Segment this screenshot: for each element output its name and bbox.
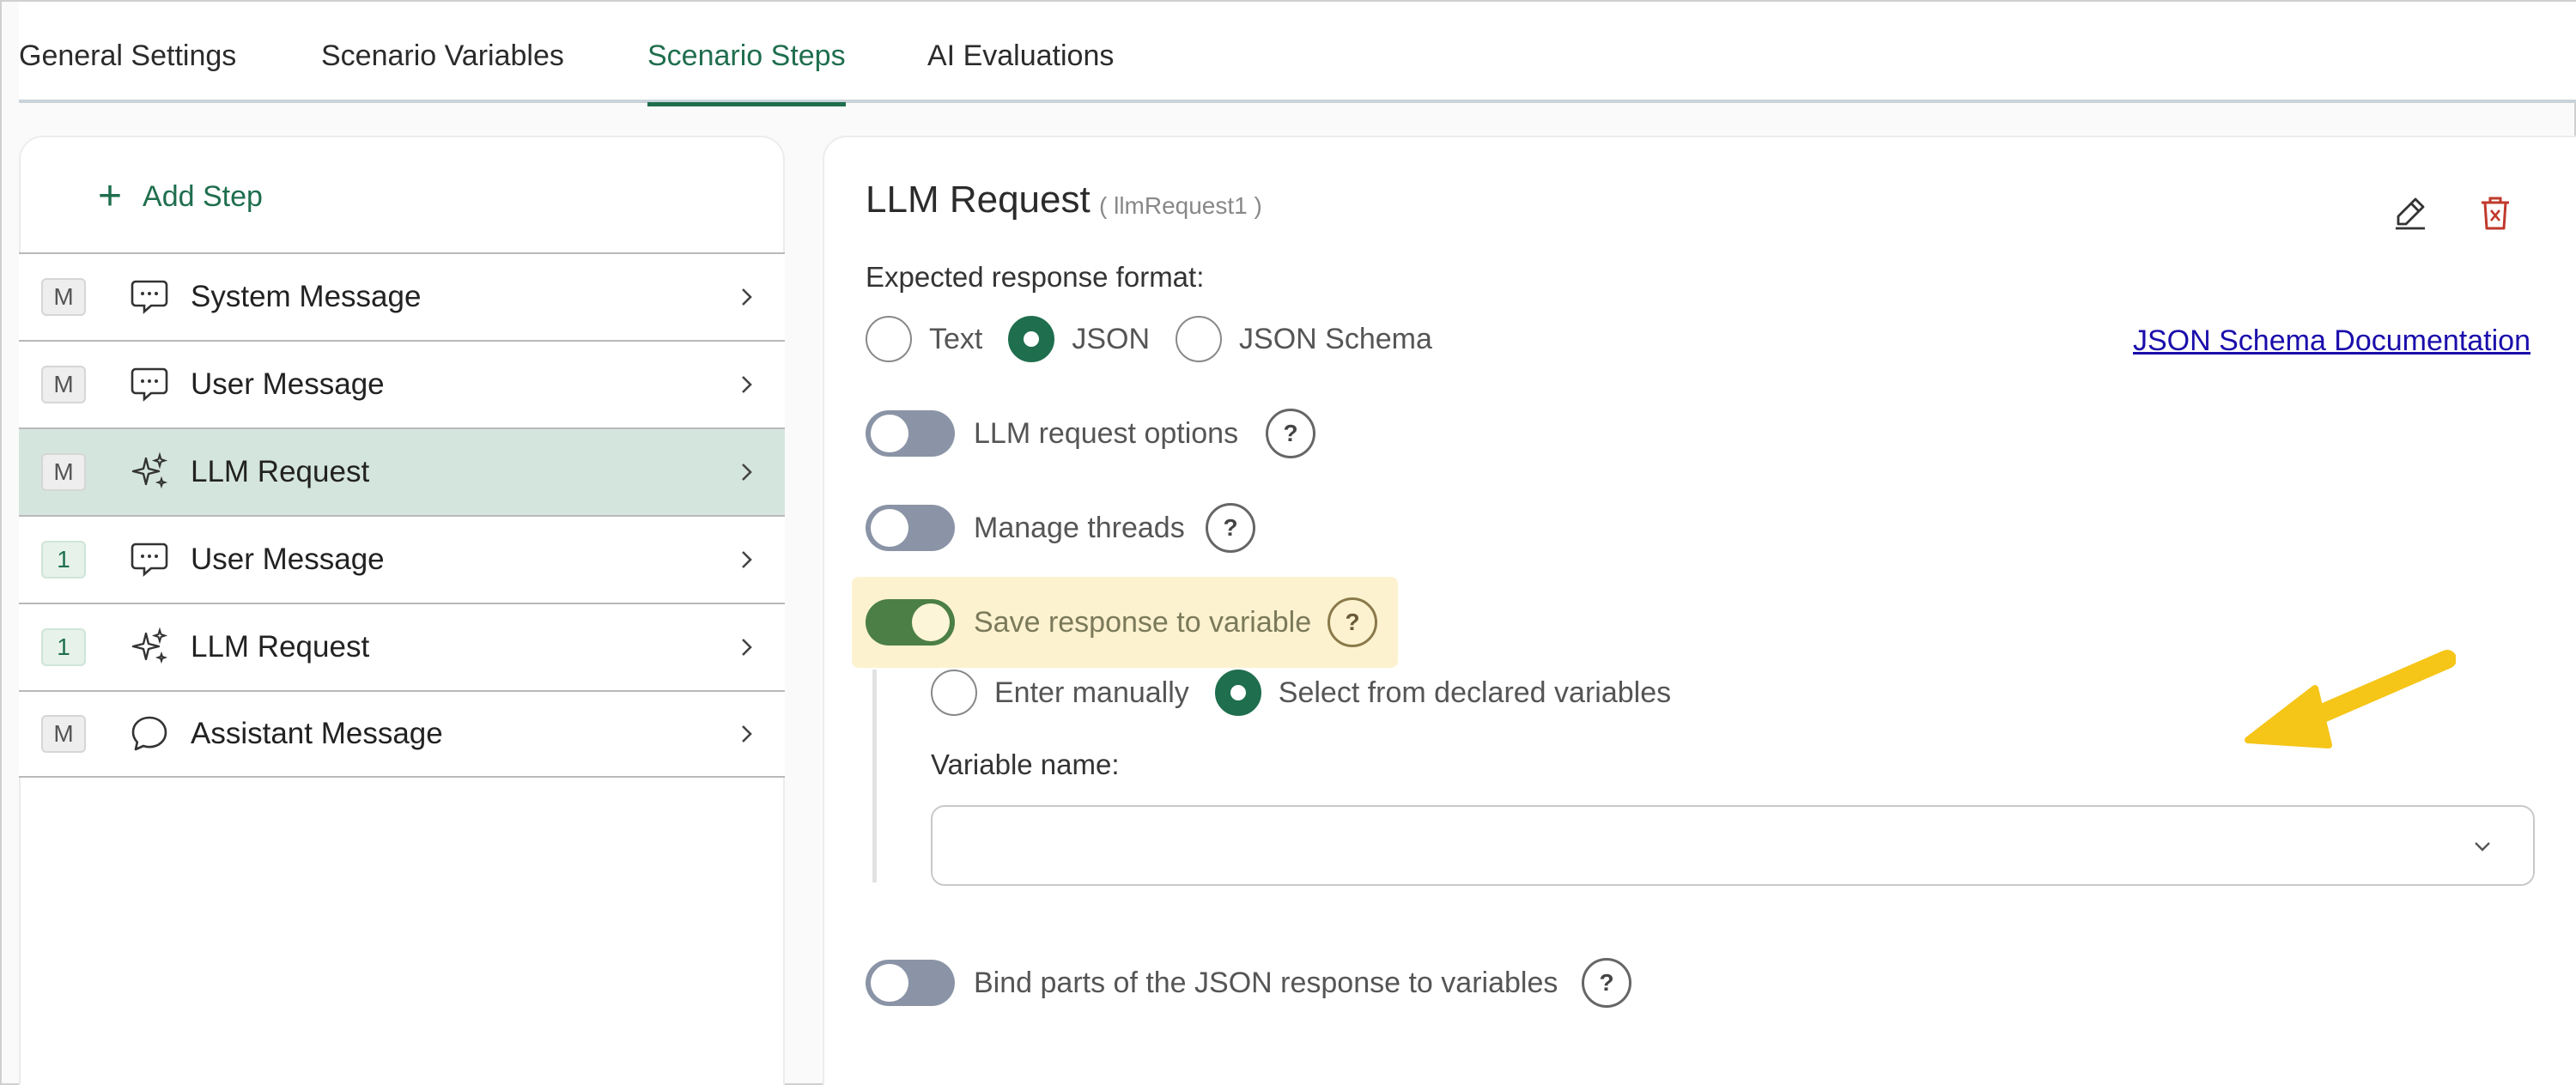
add-step-label: Add Step	[143, 179, 263, 213]
chevron-right-icon	[742, 376, 752, 393]
save-response-label: Save response to variable	[974, 606, 1312, 639]
step-item-system-message[interactable]: M System Message	[19, 252, 785, 340]
tab-bar: General Settings Scenario Variables Scen…	[19, 2, 2576, 106]
expected-format-label: Expected response format:	[866, 261, 1205, 293]
llm-options-label: LLM request options	[974, 417, 1239, 450]
enter-manually-radio[interactable]	[931, 670, 977, 716]
select-declared-label: Select from declared variables	[1278, 676, 1672, 709]
chat-bubble-icon	[131, 280, 168, 314]
sparkles-icon	[131, 452, 168, 489]
chevron-down-icon	[2475, 842, 2490, 852]
help-icon[interactable]: ?	[1266, 409, 1315, 458]
step-label: User Message	[191, 367, 385, 401]
step-badge: 1	[41, 541, 86, 579]
tab-scenario-steps[interactable]: Scenario Steps	[647, 39, 846, 106]
step-label: User Message	[191, 542, 385, 576]
bind-parts-label: Bind parts of the JSON response to varia…	[974, 967, 1558, 999]
chat-bubble-icon	[131, 542, 168, 577]
variable-name-select[interactable]	[931, 805, 2535, 886]
manage-threads-label: Manage threads	[974, 512, 1185, 544]
step-badge: M	[41, 278, 86, 316]
step-item-user-message-2[interactable]: 1 User Message	[19, 515, 785, 603]
step-badge: M	[41, 453, 86, 491]
step-id: ( llmRequest1 )	[1099, 192, 1262, 219]
chevron-right-icon	[742, 639, 752, 656]
speech-bubble-icon	[131, 716, 167, 751]
format-text-label: Text	[929, 322, 983, 355]
steps-panel: + Add Step M System Message M User Messa	[19, 136, 785, 1085]
indent-line	[872, 670, 877, 882]
app-frame: General Settings Scenario Variables Scen…	[0, 0, 2576, 1085]
llm-options-toggle[interactable]	[866, 410, 955, 457]
plus-icon: +	[98, 173, 123, 219]
enter-manually-label: Enter manually	[994, 676, 1189, 709]
chevron-right-icon	[742, 725, 752, 743]
step-item-user-message[interactable]: M User Message	[19, 340, 785, 427]
select-declared-radio[interactable]	[1214, 670, 1261, 716]
format-json-label: JSON	[1072, 322, 1151, 355]
trash-icon[interactable]	[2478, 194, 2512, 232]
help-icon[interactable]: ?	[1582, 958, 1631, 1008]
step-label: LLM Request	[191, 455, 370, 488]
chevron-right-icon	[742, 551, 752, 568]
step-label: Assistant Message	[191, 717, 443, 750]
tab-ai-evaluations[interactable]: AI Evaluations	[927, 39, 1114, 103]
chevron-right-icon	[742, 288, 752, 306]
tab-general-settings[interactable]: General Settings	[19, 39, 236, 103]
variable-name-label: Variable name:	[931, 749, 1120, 780]
step-item-llm-request[interactable]: M LLM Request	[19, 427, 785, 515]
manage-threads-toggle[interactable]	[866, 505, 955, 551]
response-format-group: Text JSON JSON Schema	[866, 316, 1458, 362]
format-text-radio[interactable]	[866, 316, 912, 362]
step-label: LLM Request	[191, 630, 370, 664]
step-title: LLM Request	[866, 179, 1091, 221]
help-icon[interactable]: ?	[1206, 503, 1255, 553]
format-json-schema-radio[interactable]	[1176, 316, 1223, 362]
step-item-assistant-message[interactable]: M Assistant Message	[19, 690, 785, 778]
tab-scenario-variables[interactable]: Scenario Variables	[321, 39, 564, 103]
step-badge: M	[41, 366, 86, 403]
sparkles-icon	[131, 627, 168, 664]
chevron-right-icon	[742, 464, 752, 481]
step-list: M System Message M User Message M LLM Re…	[19, 252, 785, 778]
add-step-button[interactable]: + Add Step	[98, 175, 263, 218]
format-json-radio[interactable]	[1008, 316, 1055, 362]
edit-icon[interactable]	[2392, 194, 2428, 230]
step-item-llm-request-2[interactable]: 1 LLM Request	[19, 603, 785, 690]
annotation-arrow	[2245, 650, 2456, 749]
step-label: System Message	[191, 280, 422, 313]
step-detail-panel: LLM Request ( llmRequest1 ) Expected res…	[823, 136, 2576, 1085]
variable-source-group: Enter manually Select from declared vari…	[931, 670, 1697, 716]
step-badge: 1	[41, 628, 86, 666]
bind-parts-toggle[interactable]	[866, 960, 955, 1006]
step-badge: M	[41, 715, 86, 753]
help-icon[interactable]: ?	[1327, 597, 1377, 647]
save-response-toggle[interactable]	[866, 599, 955, 646]
json-schema-docs-link[interactable]: JSON Schema Documentation	[2133, 324, 2530, 358]
format-json-schema-label: JSON Schema	[1239, 322, 1432, 355]
chat-bubble-icon	[131, 367, 168, 402]
